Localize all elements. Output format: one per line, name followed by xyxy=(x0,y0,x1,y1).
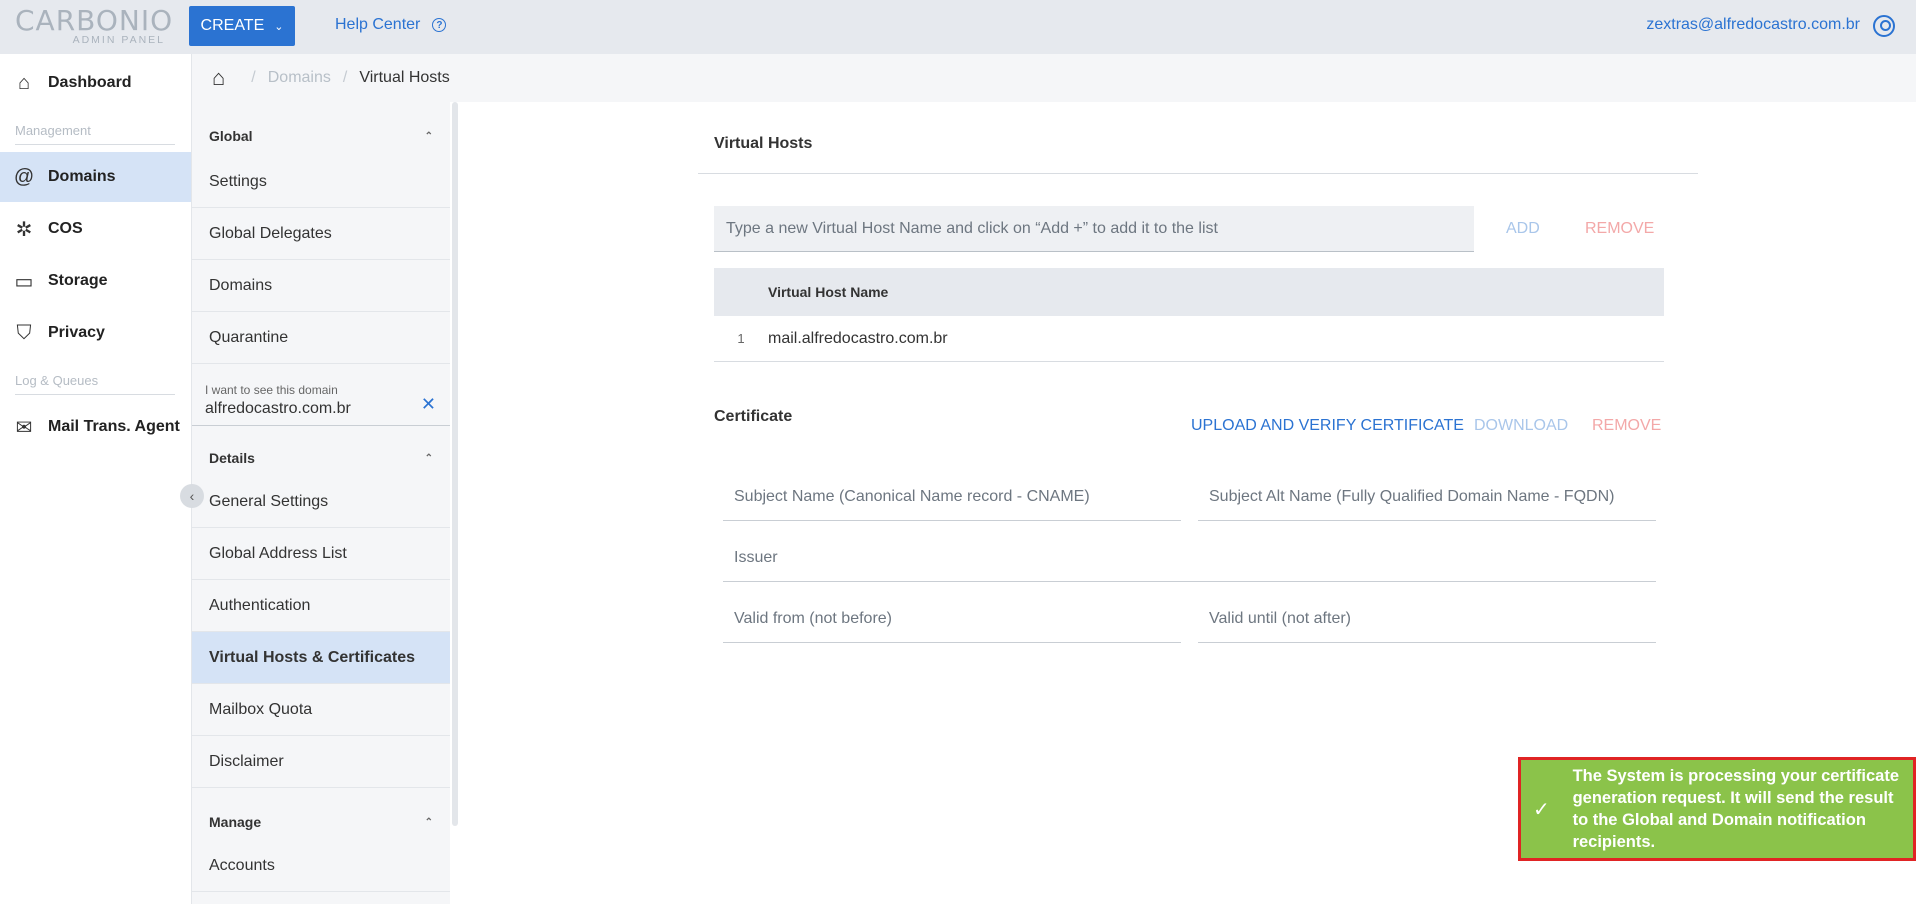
user-avatar-icon[interactable] xyxy=(1873,15,1895,37)
nav-dashboard-label: Dashboard xyxy=(48,74,132,91)
chevron-up-icon: ⌃ xyxy=(424,816,433,828)
add-virtual-host-button[interactable]: ADD xyxy=(1506,220,1540,238)
domain-sub-panel: Global ⌃ Settings Global Delegates Domai… xyxy=(192,102,450,904)
subnav-general-settings[interactable]: General Settings xyxy=(192,476,450,528)
breadcrumb-domains[interactable]: Domains xyxy=(268,69,331,87)
chevron-up-icon: ⌃ xyxy=(424,130,433,142)
domain-selector[interactable]: I want to see this domain alfredocastro.… xyxy=(192,378,450,426)
domain-selector-value: alfredocastro.com.br xyxy=(205,400,351,417)
collapse-sidebar-button[interactable]: ‹ xyxy=(180,484,204,508)
nav-privacy-label: Privacy xyxy=(48,324,105,341)
upload-verify-certificate-button[interactable]: UPLOAD AND VERIFY CERTIFICATE xyxy=(1191,417,1464,435)
carbonio-logo[interactable]: CARBONIO ADMIN PANEL xyxy=(15,4,174,48)
subject-alt-name-field[interactable]: Subject Alt Name (Fully Qualified Domain… xyxy=(1198,474,1656,521)
virtual-host-input[interactable]: Type a new Virtual Host Name and click o… xyxy=(714,206,1474,252)
nav-storage[interactable]: ▭ Storage xyxy=(0,256,191,306)
table-row[interactable]: 1 mail.alfredocastro.com.br xyxy=(714,316,1664,362)
breadcrumb-separator: / xyxy=(251,69,256,86)
subnav-global-address-list[interactable]: Global Address List xyxy=(192,528,450,580)
chevron-down-icon: ⌄ xyxy=(274,20,284,33)
virtual-hosts-title: Virtual Hosts xyxy=(714,135,813,152)
valid-until-field[interactable]: Valid until (not after) xyxy=(1198,596,1656,643)
virtual-host-table-header: Virtual Host Name xyxy=(714,268,1664,316)
section-global-header[interactable]: Global ⌃ xyxy=(192,112,450,160)
subnav-authentication[interactable]: Authentication xyxy=(192,580,450,632)
help-center-label: Help Center xyxy=(335,16,421,33)
top-bar: CARBONIO ADMIN PANEL CREATE ⌄ Help Cente… xyxy=(0,0,1916,54)
nav-domains[interactable]: @ Domains xyxy=(0,152,191,202)
row-number: 1 xyxy=(737,331,745,346)
subnav-settings[interactable]: Settings xyxy=(192,156,450,208)
section-manage-title: Manage xyxy=(209,814,262,830)
at-sign-icon: @ xyxy=(13,165,35,188)
help-icon: ? xyxy=(432,18,447,32)
section-details-header[interactable]: Details ⌃ xyxy=(192,434,450,482)
breadcrumb: ⌂ / Domains / Virtual Hosts xyxy=(192,54,1916,102)
chevron-up-icon: ⌃ xyxy=(424,452,433,464)
subnav-global-delegates[interactable]: Global Delegates xyxy=(192,208,450,260)
breadcrumb-separator: / xyxy=(342,69,348,86)
breadcrumb-current: Virtual Hosts xyxy=(359,69,450,86)
certificate-title: Certificate xyxy=(714,408,793,425)
download-certificate-button[interactable]: DOWNLOAD xyxy=(1474,417,1568,435)
check-icon: ✓ xyxy=(1533,798,1550,821)
nav-cos-label: COS xyxy=(48,220,83,237)
nav-dashboard[interactable]: ⌂ Dashboard xyxy=(0,58,191,108)
logo-subtitle: ADMIN PANEL xyxy=(72,34,165,46)
nav-domains-label: Domains xyxy=(48,168,116,185)
domain-selector-label: I want to see this domain xyxy=(205,383,338,397)
left-navigation: ⌂ Dashboard Management @ Domains ✲ COS ▭… xyxy=(0,54,192,904)
subnav-domains[interactable]: Domains xyxy=(192,260,450,312)
subject-name-field[interactable]: Subject Name (Canonical Name record - CN… xyxy=(723,474,1181,521)
subnav-quarantine[interactable]: Quarantine xyxy=(192,312,450,364)
user-email[interactable]: zextras@alfredocastro.com.br xyxy=(1646,16,1860,34)
virtual-host-name: mail.alfredocastro.com.br xyxy=(768,329,948,347)
nav-storage-label: Storage xyxy=(48,272,108,289)
valid-from-field[interactable]: Valid from (not before) xyxy=(723,596,1181,643)
shield-icon: ⛉ xyxy=(16,321,32,344)
toast-message: The System is processing your certificat… xyxy=(1572,767,1900,851)
nav-mta-label: Mail Trans. Agent xyxy=(48,418,180,435)
cos-star-icon: ✲ xyxy=(15,218,33,241)
storage-drive-icon: ▭ xyxy=(14,270,34,293)
nav-section-management: Management xyxy=(15,123,175,145)
remove-virtual-host-button[interactable]: REMOVE xyxy=(1585,220,1654,238)
home-icon: ⌂ xyxy=(17,71,31,94)
nav-cos[interactable]: ✲ COS xyxy=(0,204,191,254)
section-global-title: Global xyxy=(209,128,253,144)
logo-text: CARBONIO xyxy=(15,4,174,37)
mail-icon: ✉ xyxy=(15,416,33,439)
nav-privacy[interactable]: ⛉ Privacy xyxy=(0,308,191,358)
remove-certificate-button[interactable]: REMOVE xyxy=(1592,417,1661,435)
section-details-title: Details xyxy=(209,450,255,466)
help-center-link[interactable]: Help Center ? xyxy=(335,16,447,34)
issuer-field[interactable]: Issuer xyxy=(723,535,1656,582)
nav-mail-trans-agent[interactable]: ✉ Mail Trans. Agent xyxy=(0,402,191,452)
create-button[interactable]: CREATE ⌄ xyxy=(189,6,295,46)
breadcrumb-home-icon[interactable]: ⌂ xyxy=(212,65,225,91)
subnav-accounts[interactable]: Accounts xyxy=(192,840,450,892)
divider xyxy=(698,173,1698,174)
clear-domain-icon[interactable]: ✕ xyxy=(421,394,436,415)
subnav-disclaimer[interactable]: Disclaimer xyxy=(192,736,450,788)
nav-section-log-queues: Log & Queues xyxy=(15,373,175,395)
subnav-mailbox-quota[interactable]: Mailbox Quota xyxy=(192,684,450,736)
section-manage-header[interactable]: Manage ⌃ xyxy=(192,798,450,846)
column-header-virtual-host-name: Virtual Host Name xyxy=(768,284,889,300)
success-toast[interactable]: ✓ The System is processing your certific… xyxy=(1518,757,1916,861)
create-button-label: CREATE xyxy=(200,17,265,34)
subnav-virtual-hosts-certificates[interactable]: Virtual Hosts & Certificates xyxy=(192,632,450,684)
